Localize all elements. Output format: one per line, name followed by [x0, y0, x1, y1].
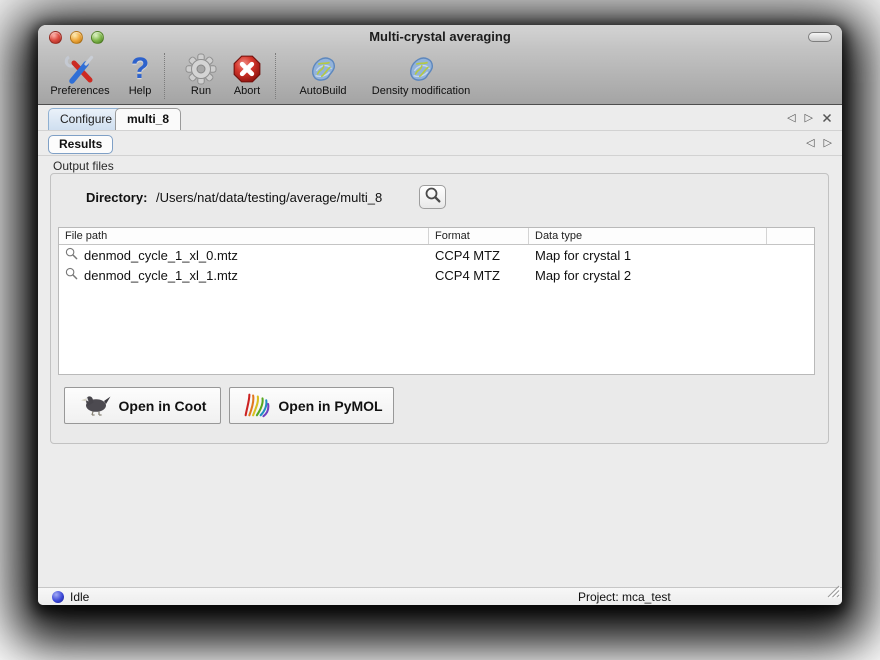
magnifier-icon: [65, 267, 78, 283]
toolbar-item-label: Run: [191, 85, 211, 97]
toolbar-item-label: Density modification: [372, 85, 470, 97]
column-header-data-type[interactable]: Data type: [529, 228, 767, 244]
protein-model-icon: [404, 52, 438, 86]
column-header-file-path[interactable]: File path: [59, 228, 429, 244]
tab-configure[interactable]: Configure: [48, 108, 124, 130]
window-title: Multi-crystal averaging: [38, 29, 842, 44]
abort-button[interactable]: Abort: [223, 52, 271, 102]
pymol-ribbon-icon: [240, 390, 270, 421]
toolbar-item-label: Abort: [234, 85, 260, 97]
open-in-pymol-button[interactable]: Open in PyMOL: [229, 387, 394, 424]
density-modification-button[interactable]: Density modification: [358, 52, 484, 102]
resize-grip[interactable]: [827, 585, 840, 603]
toolbar: Preferences ? Help: [38, 48, 842, 104]
gear-icon: [184, 52, 218, 86]
status-text: Idle: [70, 590, 89, 604]
tab-label: Results: [59, 137, 102, 151]
file-path-cell: denmod_cycle_1_xl_0.mtz: [84, 248, 238, 263]
data-type-cell: Map for crystal 1: [529, 248, 767, 263]
tab-scroll-right-icon[interactable]: ▷: [805, 113, 813, 124]
help-button[interactable]: ? Help: [120, 52, 160, 102]
tab-scroll-right-icon[interactable]: ▷: [824, 138, 832, 149]
run-button[interactable]: Run: [179, 52, 223, 102]
format-cell: CCP4 MTZ: [429, 268, 529, 283]
column-header-empty: [767, 228, 814, 244]
button-label: Open in PyMOL: [278, 398, 382, 414]
table-row[interactable]: denmod_cycle_1_xl_1.mtz CCP4 MTZ Map for…: [59, 265, 814, 285]
tab-label: multi_8: [127, 112, 169, 126]
toolbar-separator: [275, 53, 276, 99]
browse-directory-button[interactable]: [419, 185, 446, 209]
tab-label: Configure: [60, 112, 112, 126]
status-bar: Idle Project: mca_test: [38, 587, 842, 605]
autobuild-button[interactable]: AutoBuild: [288, 52, 358, 102]
open-in-coot-button[interactable]: Open in Coot: [64, 387, 221, 424]
directory-value: /Users/nat/data/testing/average/multi_8: [156, 190, 382, 205]
file-path-cell: denmod_cycle_1_xl_1.mtz: [84, 268, 238, 283]
tab-results[interactable]: Results: [48, 135, 113, 154]
magnifier-icon: [65, 247, 78, 263]
status-orb-icon: [52, 591, 64, 603]
toolbar-item-label: Preferences: [50, 85, 109, 97]
toolbar-toggle-button[interactable]: [808, 32, 832, 42]
output-files-groupbox: Directory: /Users/nat/data/testing/avera…: [50, 173, 829, 444]
app-window: Multi-crystal averaging Preferences: [38, 25, 842, 605]
notebook-tab-bar: Configure multi_8 ◁ ▷: [38, 106, 842, 131]
directory-label: Directory:: [86, 190, 147, 205]
tab-close-icon[interactable]: [822, 113, 832, 123]
output-files-table: File path Format Data type denmod_cycl: [58, 227, 815, 375]
tab-bar-controls: ◁ ▷: [787, 106, 832, 130]
column-header-format[interactable]: Format: [429, 228, 529, 244]
format-cell: CCP4 MTZ: [429, 248, 529, 263]
output-files-group-label: Output files: [53, 159, 114, 173]
tab-scroll-left-icon[interactable]: ◁: [787, 113, 795, 124]
magnifier-icon: [424, 186, 442, 209]
data-type-cell: Map for crystal 2: [529, 268, 767, 283]
coot-bird-icon: [79, 392, 111, 419]
sub-tab-bar: Results ◁ ▷: [38, 132, 842, 156]
toolbar-item-label: AutoBuild: [299, 85, 346, 97]
protein-model-icon: [306, 52, 340, 86]
sub-tab-bar-controls: ◁ ▷: [806, 132, 832, 155]
tab-scroll-left-icon[interactable]: ◁: [806, 138, 814, 149]
preferences-button[interactable]: Preferences: [48, 52, 112, 102]
toolbar-separator: [164, 53, 165, 99]
screenshot-stage: Multi-crystal averaging Preferences: [0, 0, 880, 660]
tab-multi-8[interactable]: multi_8: [115, 108, 181, 130]
window-header: Multi-crystal averaging Preferences: [38, 25, 842, 105]
table-row[interactable]: denmod_cycle_1_xl_0.mtz CCP4 MTZ Map for…: [59, 245, 814, 265]
help-icon: ?: [123, 52, 157, 86]
abort-icon: [230, 52, 264, 86]
table-header: File path Format Data type: [59, 228, 814, 245]
titlebar[interactable]: Multi-crystal averaging: [38, 25, 842, 48]
button-label: Open in Coot: [119, 398, 207, 414]
project-label: Project: mca_test: [578, 590, 671, 604]
toolbar-item-label: Help: [129, 85, 152, 97]
tools-icon: [63, 52, 97, 86]
